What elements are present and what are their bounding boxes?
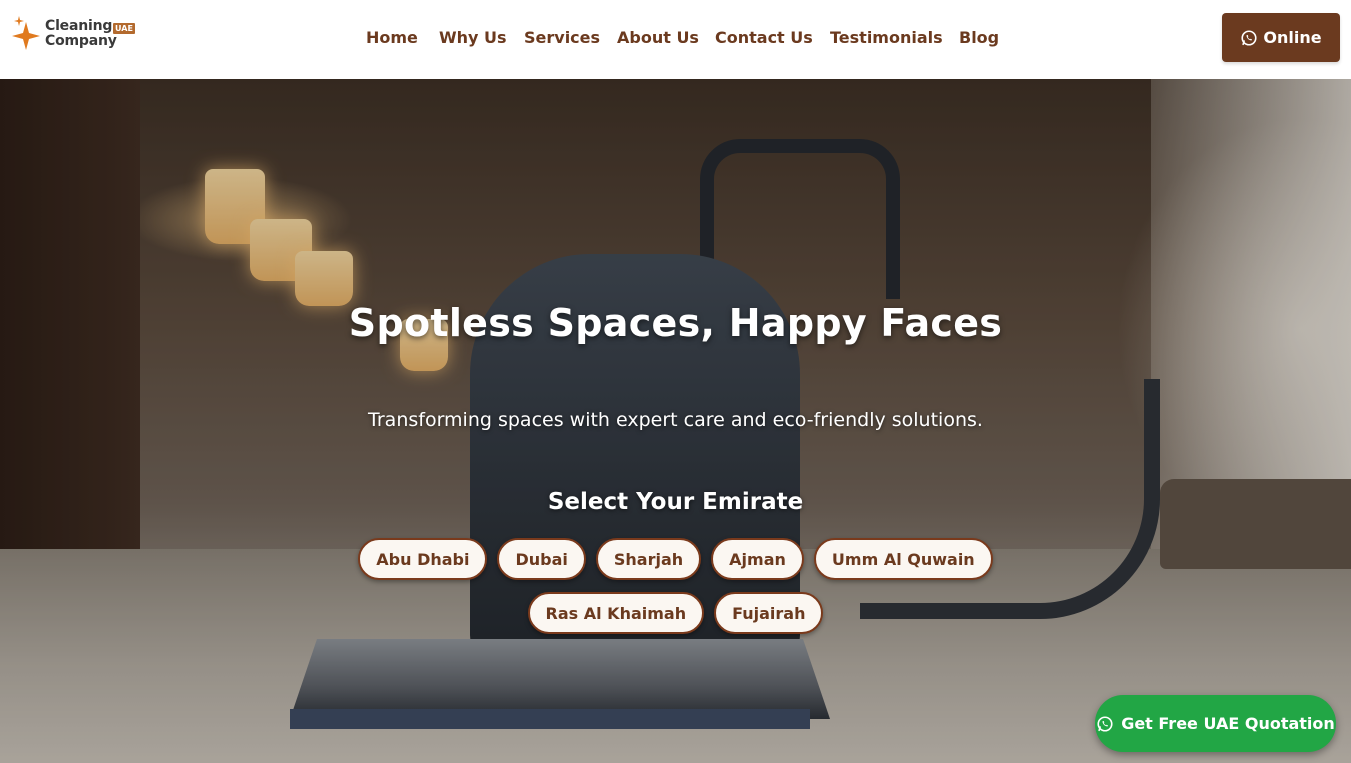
main-nav: Home Why Us Services About Us Contact Us… [0,0,1351,79]
online-button-label: Online [1263,28,1322,47]
hero-subtitle: Transforming spaces with expert care and… [368,409,983,431]
emirate-button-ras-al-khaimah[interactable]: Ras Al Khaimah [527,592,705,634]
nav-about-us[interactable]: About Us [617,28,699,47]
emirate-button-umm-al-quwain[interactable]: Umm Al Quwain [813,538,993,580]
hero-title: Spotless Spaces, Happy Faces [348,301,1003,345]
emirate-selector: Abu Dhabi Dubai Sharjah Ajman Umm Al Quw… [0,538,1351,646]
online-button[interactable]: Online [1222,13,1340,62]
emirate-button-abu-dhabi[interactable]: Abu Dhabi [358,538,488,580]
nav-contact-us[interactable]: Contact Us [715,28,813,47]
get-quote-button[interactable]: Get Free UAE Quotation [1095,695,1336,752]
emirate-button-fujairah[interactable]: Fujairah [714,592,824,634]
nav-why-us[interactable]: Why Us [439,28,507,47]
site-header: Cleaning UAE Company Home Why Us Service… [0,0,1351,79]
emirate-row-1: Abu Dhabi Dubai Sharjah Ajman Umm Al Quw… [0,538,1351,580]
hero-section: Spotless Spaces, Happy Faces Transformin… [0,79,1351,763]
nav-services[interactable]: Services [524,28,600,47]
whatsapp-icon [1097,715,1113,732]
emirate-button-ajman[interactable]: Ajman [711,538,804,580]
nav-blog[interactable]: Blog [959,28,999,47]
nav-testimonials[interactable]: Testimonials [830,28,943,47]
emirate-row-2: Ras Al Khaimah Fujairah [0,592,1351,634]
select-emirate-label: Select Your Emirate [547,489,804,515]
whatsapp-icon [1241,29,1257,46]
emirate-button-sharjah[interactable]: Sharjah [595,538,702,580]
get-quote-button-label: Get Free UAE Quotation [1121,714,1335,733]
emirate-button-dubai[interactable]: Dubai [497,538,586,580]
nav-home[interactable]: Home [366,28,418,47]
